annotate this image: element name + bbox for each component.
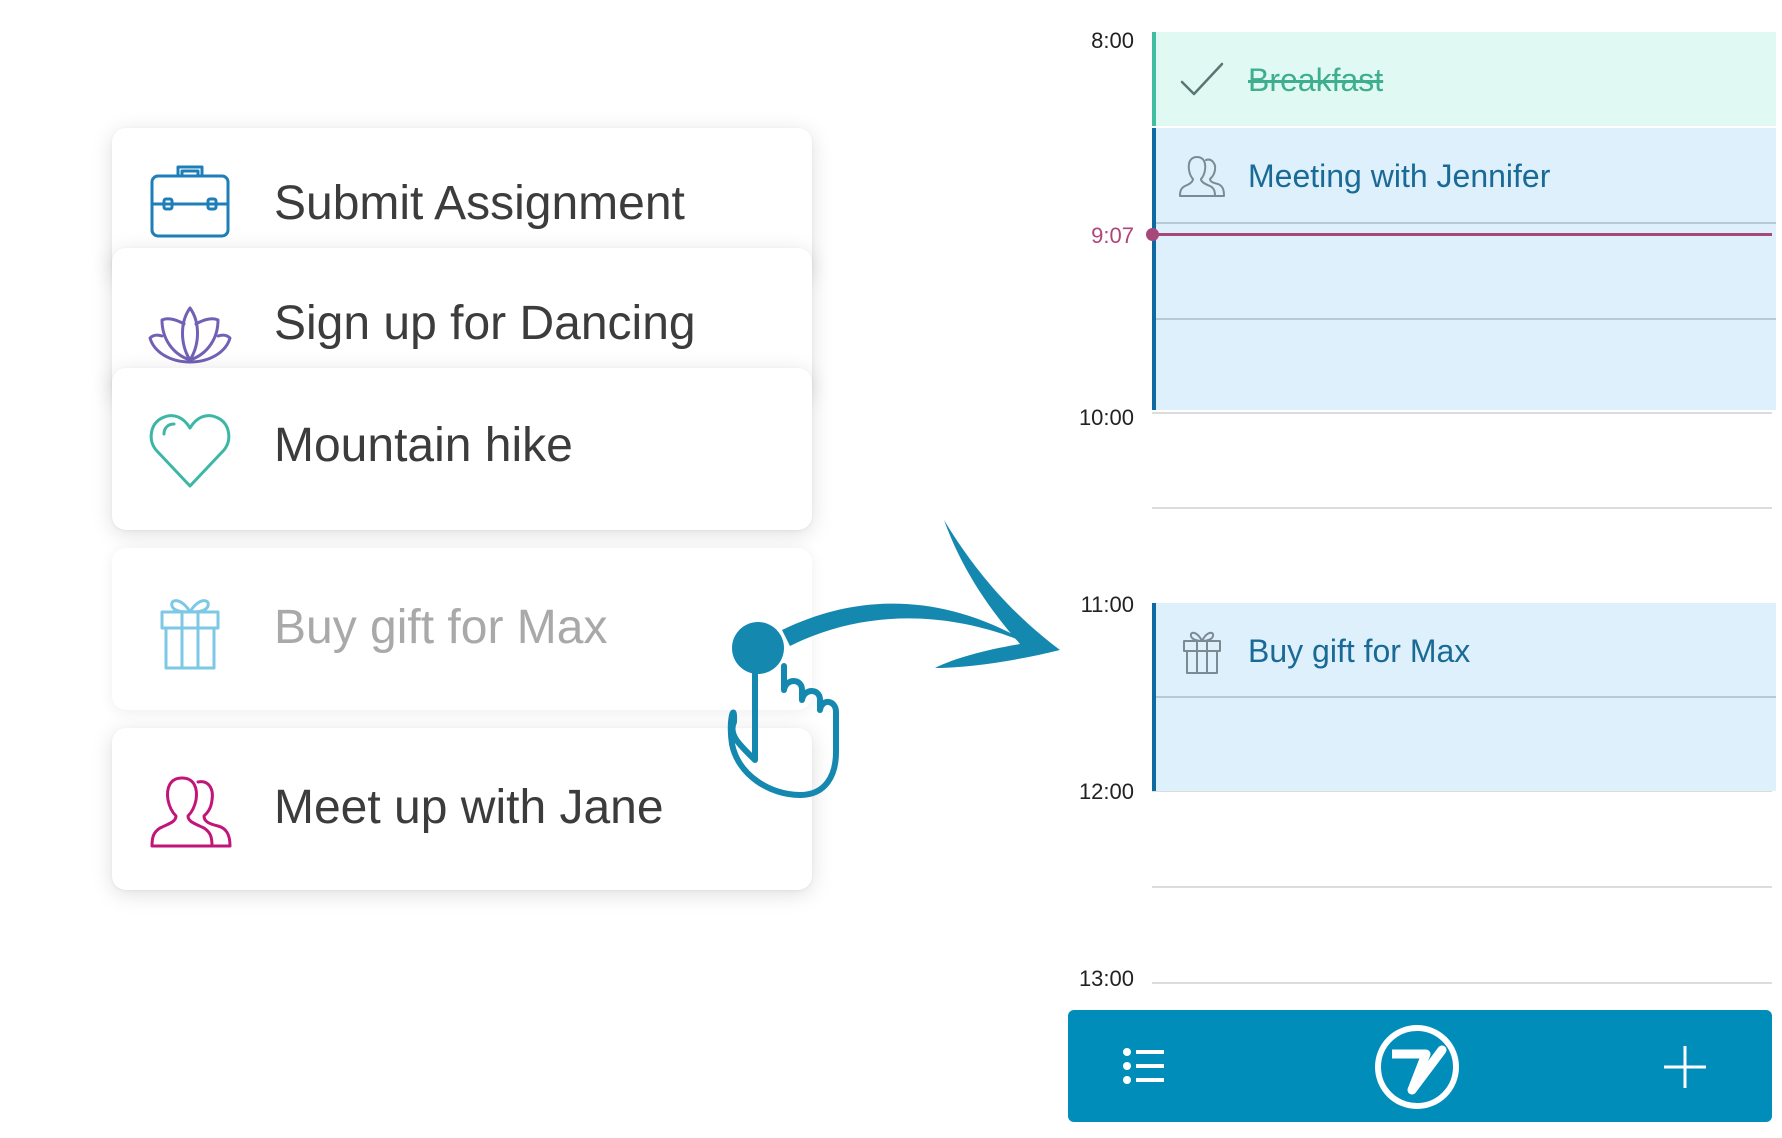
tap-hand-icon	[727, 622, 839, 798]
drag-arrow-icon	[782, 520, 1060, 668]
drag-gesture	[727, 520, 1060, 798]
